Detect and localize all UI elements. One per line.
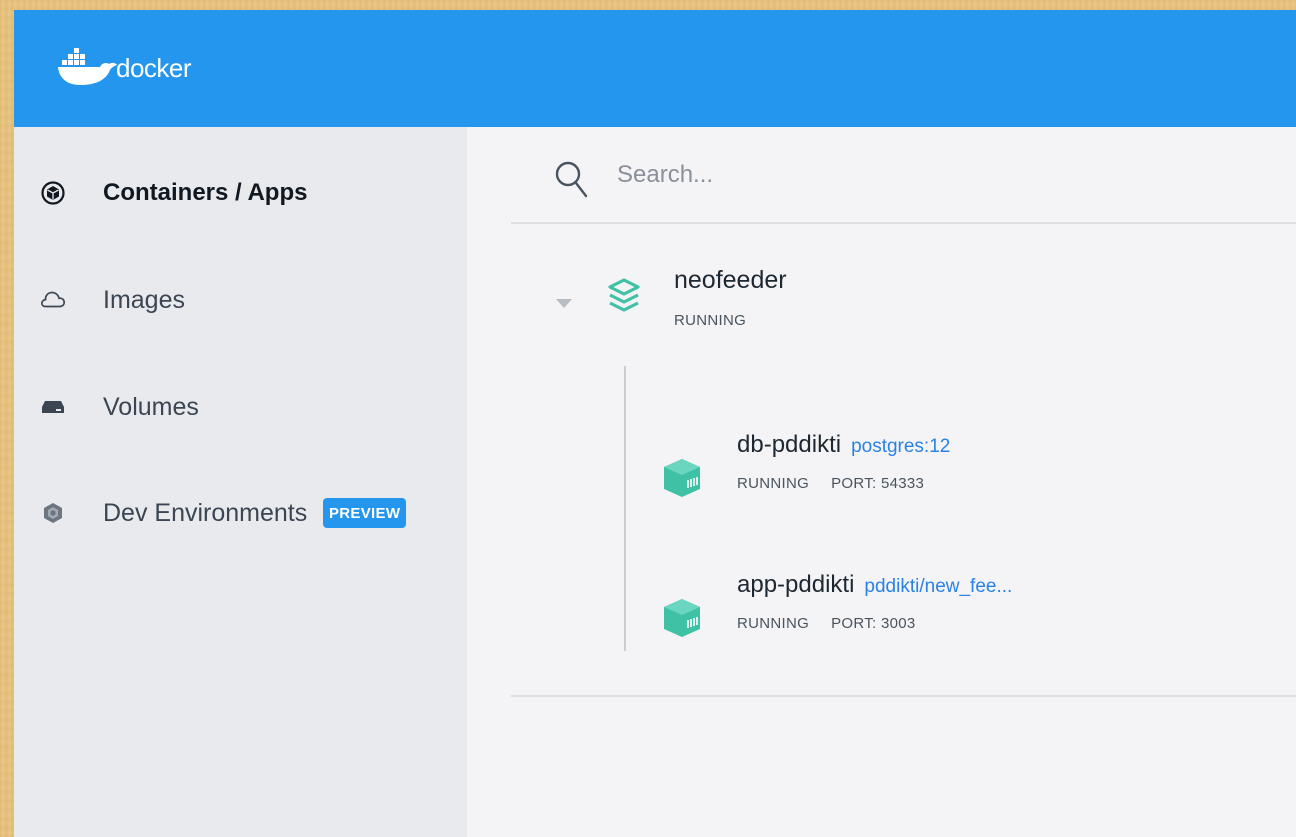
tree-connector-line [624, 366, 626, 651]
sidebar-item-containers-apps[interactable]: Containers / Apps [14, 163, 467, 223]
container-port: PORT: 54333 [831, 475, 925, 492]
sidebar-item-images[interactable]: Images [14, 270, 467, 330]
sidebar: Containers / Apps Images Volumes Dev Env… [14, 127, 467, 837]
cloud-icon [40, 287, 66, 313]
containers-icon [40, 180, 66, 206]
docker-whale-icon [58, 48, 117, 85]
container-cube-icon [664, 599, 700, 637]
search-input[interactable] [617, 155, 1217, 195]
search-bar [511, 127, 1296, 224]
container-name: app-pddikti pddikti/new_fee... [737, 571, 1013, 598]
container-row-db-pddikti[interactable]: db-pddikti postgres:12 RUNNING PORT: 54333 [661, 431, 1281, 511]
stack-icon [608, 278, 640, 312]
top-bar: docker [14, 10, 1296, 127]
container-row-app-pddikti[interactable]: app-pddikti pddikti/new_fee... RUNNING POR… [661, 571, 1281, 651]
logo-text: docker [116, 52, 192, 83]
sidebar-item-label: Containers / Apps [103, 179, 308, 206]
sidebar-item-label: Volumes [103, 392, 199, 421]
docker-logo[interactable]: docker [56, 42, 192, 90]
drive-icon [40, 394, 66, 420]
sidebar-item-volumes[interactable]: Volumes [14, 377, 467, 437]
preview-badge: PREVIEW [323, 498, 407, 528]
sidebar-item-label: Dev Environments [103, 498, 308, 527]
container-name: db-pddikti postgres:12 [737, 431, 951, 458]
container-image-link[interactable]: pddikti/new_fee... [864, 576, 1012, 597]
expand-caret-icon[interactable] [554, 296, 574, 310]
container-status: RUNNING PORT: 3003 [737, 615, 916, 632]
app-status: RUNNING [674, 312, 747, 329]
sidebar-item-label: Images [103, 285, 185, 314]
container-port: PORT: 3003 [831, 615, 916, 632]
app-name[interactable]: neofeeder [674, 266, 787, 295]
container-image-link[interactable]: postgres:12 [851, 436, 950, 457]
search-icon [555, 161, 588, 198]
dev-env-icon [40, 500, 66, 526]
container-cube-icon [664, 459, 700, 497]
sidebar-item-dev-environments[interactable]: Dev Environments PREVIEW [14, 483, 467, 543]
docker-desktop-window: docker Containers / Apps Images Volumes … [14, 10, 1296, 837]
main-content: neofeeder RUNNING db-pddiktipostgres:12 … [467, 127, 1296, 837]
app-group-neofeeder: neofeeder RUNNING db-pddikti postgres:12 … [511, 226, 1296, 697]
container-status: RUNNING PORT: 54333 [737, 475, 925, 492]
